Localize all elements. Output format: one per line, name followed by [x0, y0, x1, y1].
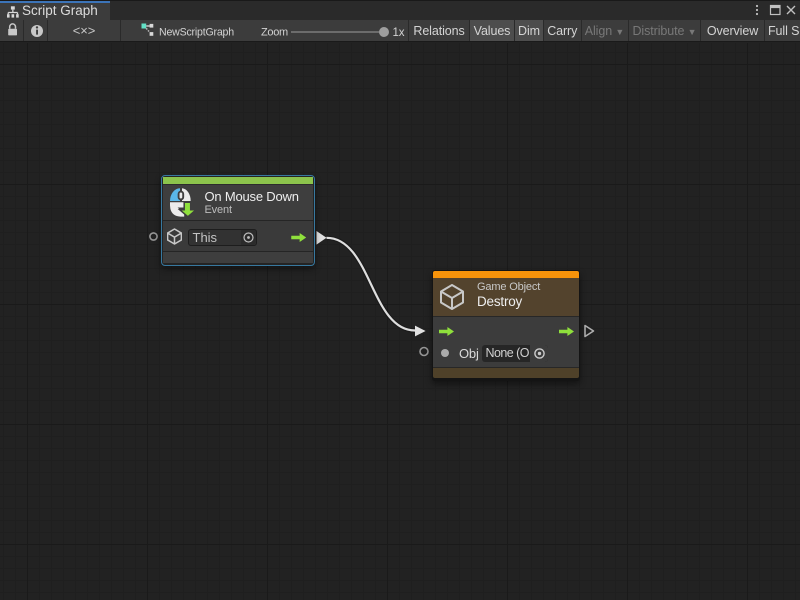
svg-text:NewScriptGraph: NewScriptGraph [159, 26, 234, 38]
svg-text:1x: 1x [393, 27, 405, 39]
svg-text:Zoom: Zoom [261, 26, 288, 38]
